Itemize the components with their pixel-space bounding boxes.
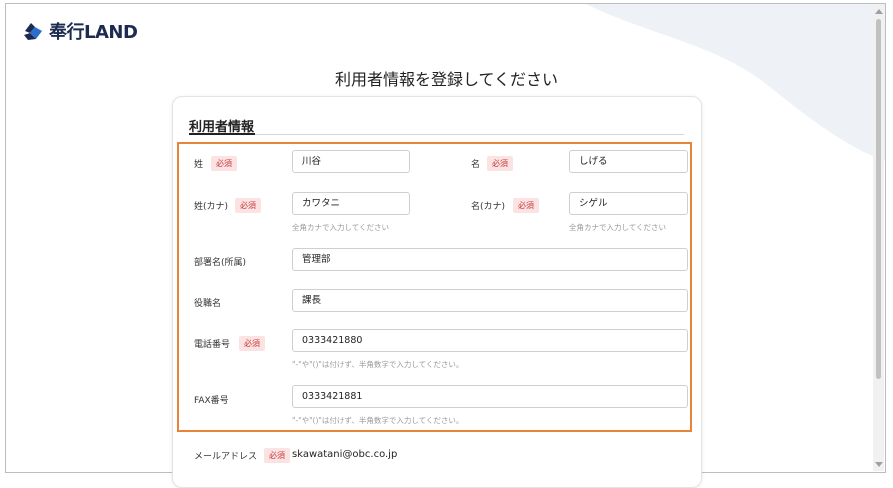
position-label: 役職名 (194, 299, 222, 309)
department-input[interactable]: 管理部 (292, 248, 688, 271)
section-title-underline (189, 133, 255, 135)
position-input[interactable]: 課長 (292, 289, 688, 312)
email-label: メールアドレス (194, 452, 258, 462)
scroll-thumb[interactable] (876, 19, 881, 379)
logo-icon (24, 23, 42, 40)
email-value: skawatani@obc.co.jp (292, 449, 398, 460)
last-name-kana-required-badge: 必須 (235, 198, 261, 213)
scroll-down-arrow-icon[interactable] (875, 462, 883, 467)
email-required-badge: 必須 (264, 448, 290, 463)
logo[interactable]: 奉行LAND (22, 18, 138, 44)
phone-required-badge: 必須 (239, 336, 265, 351)
section-divider (189, 134, 684, 135)
fax-label: FAX番号 (194, 396, 229, 406)
fax-hint: "-"や"()"は付けず、半角数字で入力してください。 (292, 416, 464, 425)
last-name-required-badge: 必須 (211, 156, 237, 171)
vertical-scrollbar[interactable] (873, 5, 884, 471)
last-name-kana-label: 姓(カナ) (194, 202, 229, 212)
page-title: 利用者情報を登録してください (334, 70, 559, 89)
first-name-label: 名 (471, 160, 481, 170)
phone-input[interactable]: 0333421880 (292, 329, 688, 352)
first-name-kana-required-badge: 必須 (513, 198, 539, 213)
phone-hint: "-"や"()"は付けず、半角数字で入力してください。 (292, 360, 464, 369)
scroll-up-arrow-icon[interactable] (875, 9, 883, 14)
fax-input[interactable]: 0333421881 (292, 385, 688, 408)
first-name-required-badge: 必須 (487, 156, 513, 171)
last-name-input[interactable]: 川谷 (292, 150, 410, 173)
first-name-kana-input[interactable]: シゲル (569, 192, 688, 215)
first-name-input[interactable]: しげる (569, 150, 688, 173)
last-name-kana-hint: 全角カナで入力してください (292, 223, 390, 232)
phone-label: 電話番号 (194, 340, 231, 350)
last-name-kana-input[interactable]: カワタニ (292, 192, 410, 215)
department-label: 部署名(所属) (194, 258, 247, 268)
last-name-label: 姓 (194, 160, 204, 170)
first-name-kana-hint: 全角カナで入力してください (569, 223, 667, 232)
logo-text: 奉行LAND (49, 22, 138, 43)
first-name-kana-label: 名(カナ) (471, 202, 506, 212)
